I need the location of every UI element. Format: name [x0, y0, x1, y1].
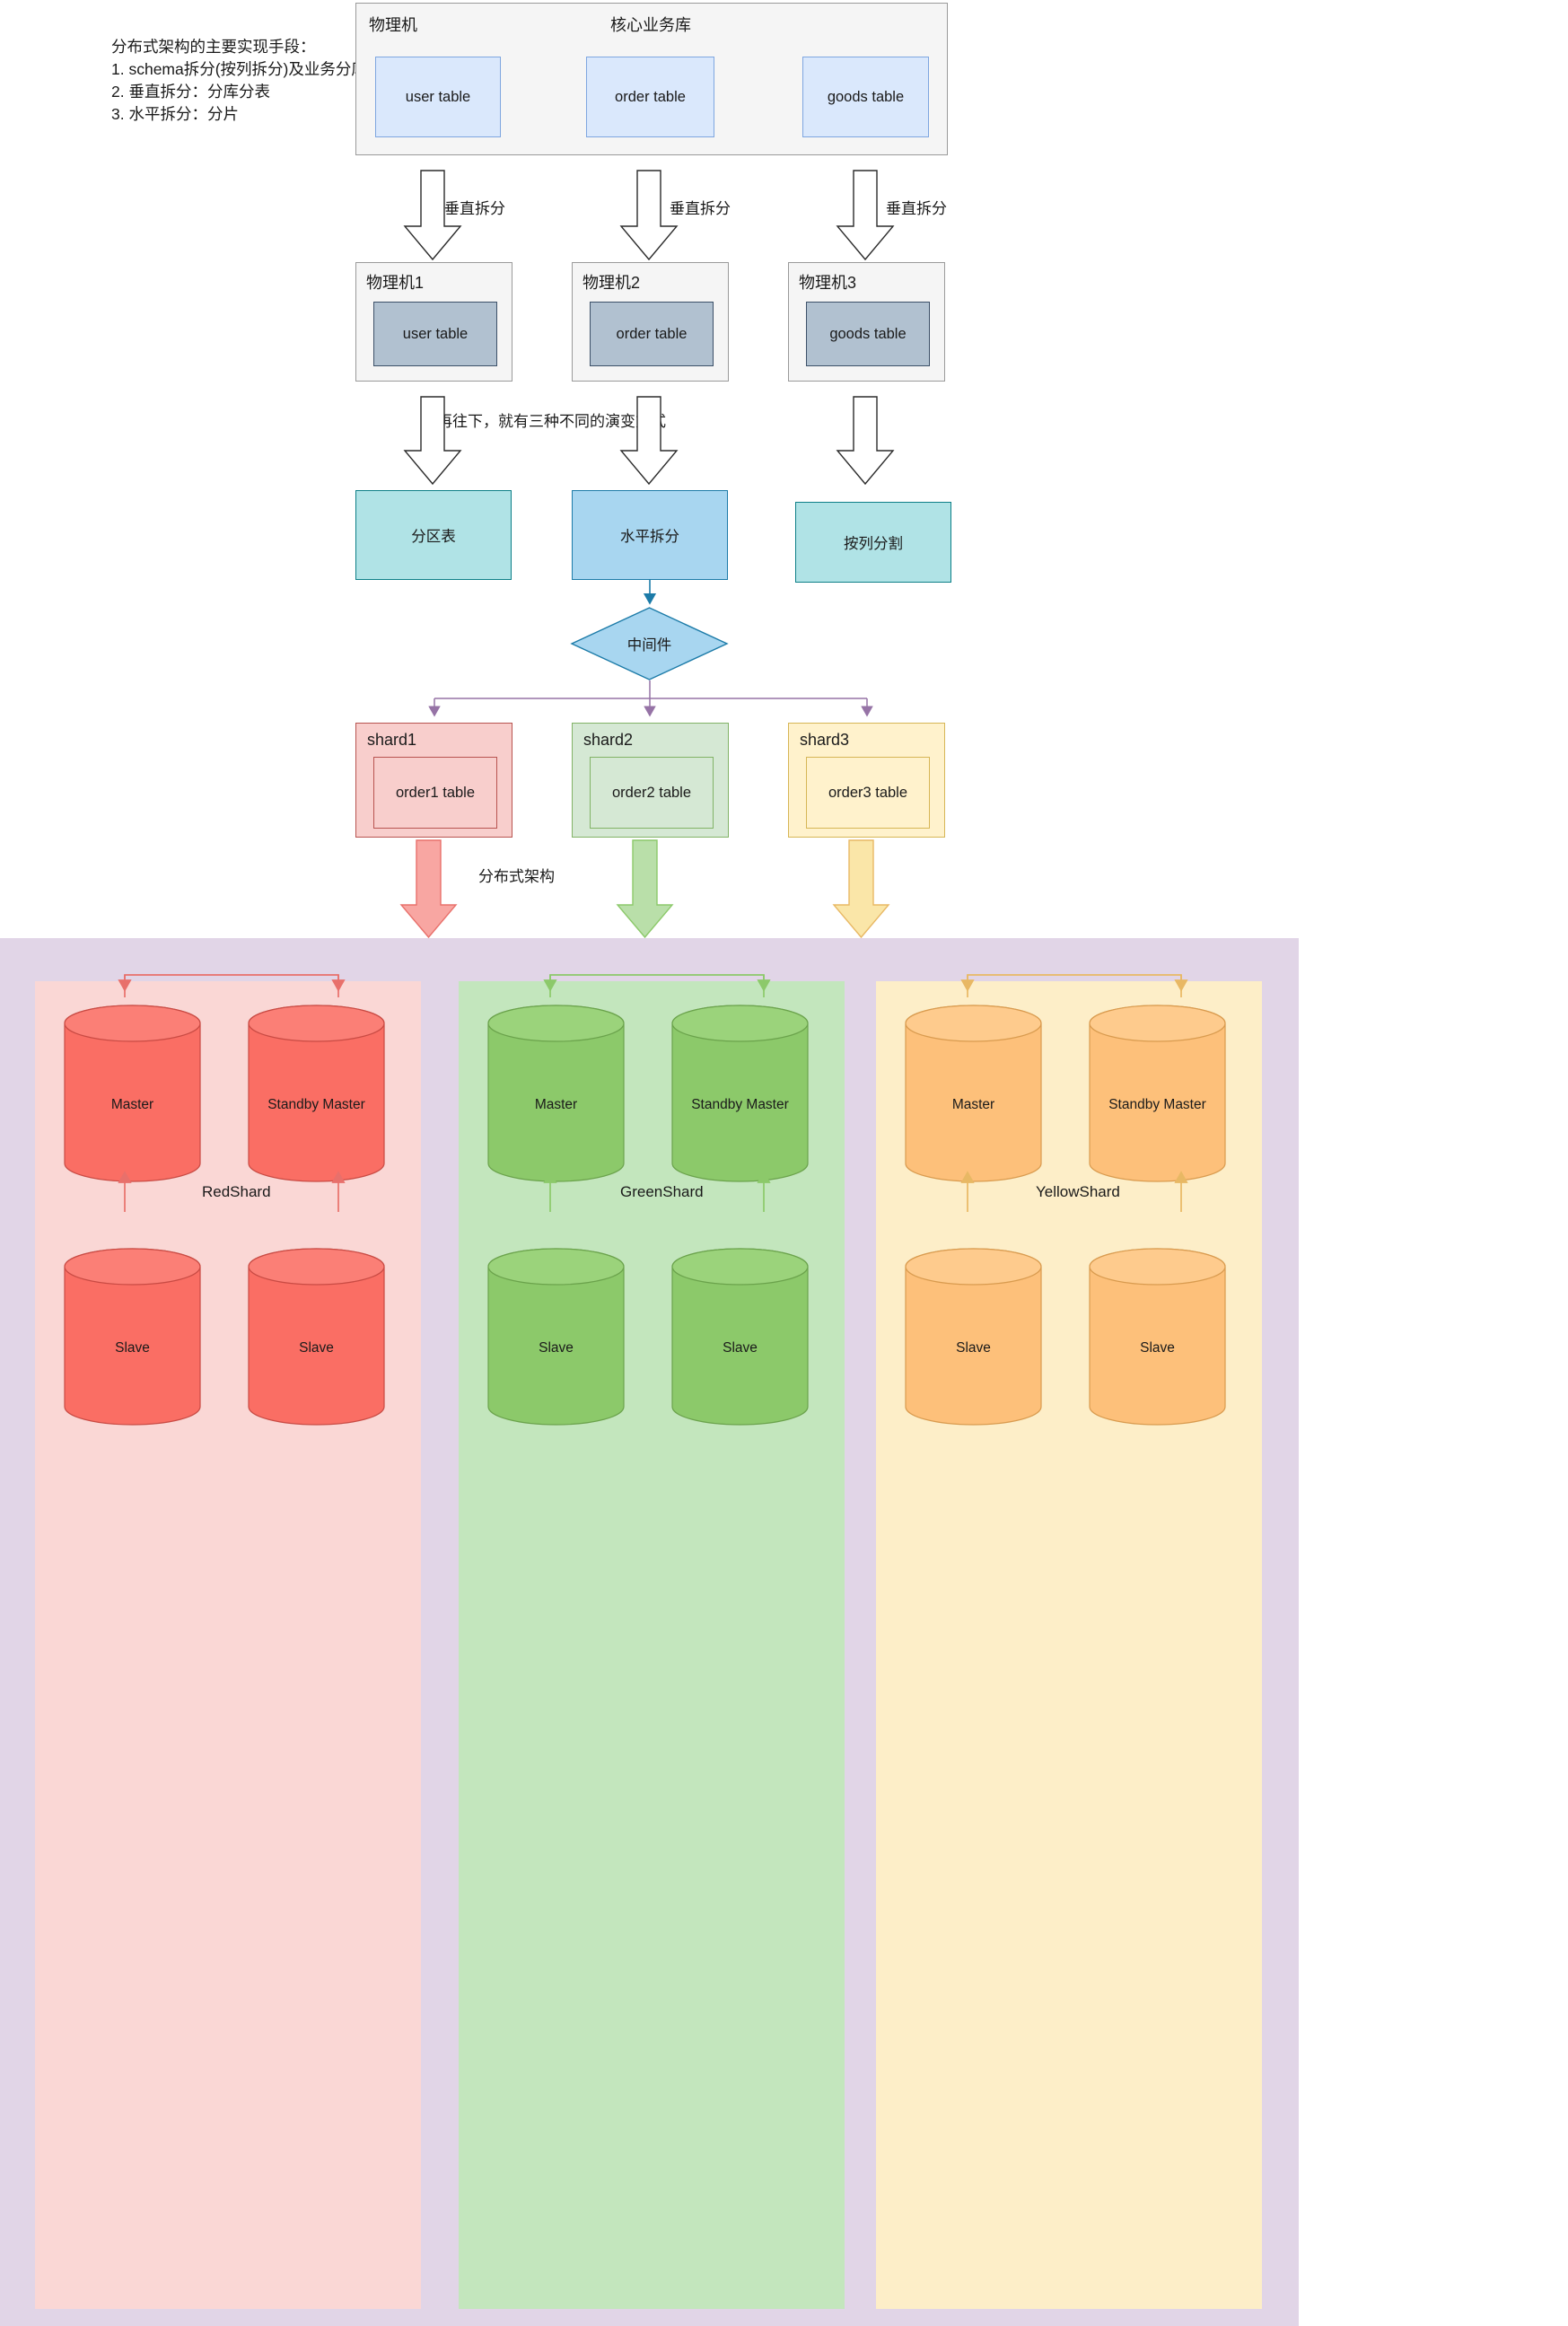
cluster-redshard-name: RedShard [202, 1183, 271, 1200]
cluster-greenshard: GreenShard Master Standby Master Slave S… [459, 981, 845, 2309]
machine-3-table: goods table [806, 302, 930, 366]
vertical-split-label-1: 垂直拆分 [444, 200, 505, 217]
distributed-architecture-label: 分布式架构 [478, 868, 555, 885]
redshard-slave-2-label: Slave [299, 1340, 334, 1356]
vertical-split-label-2: 垂直拆分 [670, 200, 731, 217]
redshard-standby-master-node: Standby Master [247, 1004, 386, 1183]
greenshard-slave-node-2: Slave [670, 1247, 810, 1426]
redshard-slave-1-label: Slave [115, 1340, 150, 1356]
greenshard-slave-node-1: Slave [486, 1247, 626, 1426]
machine-group-2: 物理机2 order table [572, 262, 729, 382]
distributed-architecture-panel: RedShard Master Standby Master Slave Sla… [0, 938, 1299, 2326]
yellowshard-master-node: Master [904, 1004, 1043, 1183]
cluster-greenshard-name: GreenShard [620, 1183, 704, 1200]
middleware-diamond: 中间件 [570, 607, 729, 680]
shard-3-table: order3 table [806, 757, 930, 829]
machine-2-table: order table [590, 302, 714, 366]
yellowshard-slave-2-label: Slave [1140, 1340, 1175, 1356]
top-table-order: order table [586, 57, 714, 137]
top-group-left-label: 物理机 [369, 16, 417, 34]
yellowshard-master-label: Master [951, 1097, 995, 1112]
shard-box-3: shard3 order3 table [788, 723, 945, 838]
top-table-goods: goods table [802, 57, 929, 137]
redshard-master-node: Master [63, 1004, 202, 1183]
yellowshard-slave-node-2: Slave [1088, 1247, 1227, 1426]
evolution-box-column-split: 按列分割 [795, 502, 951, 583]
redshard-slave-node-2: Slave [247, 1247, 386, 1426]
greenshard-standby-master-node: Standby Master [670, 1004, 810, 1183]
redshard-slave-node-1: Slave [63, 1247, 202, 1426]
shard-2-table: order2 table [590, 757, 714, 829]
connector-middleware-to-shards [428, 680, 873, 717]
machine-3-title: 物理机3 [799, 274, 857, 292]
evolution-box-horizontal-split: 水平拆分 [572, 490, 728, 580]
yellowshard-standby-master-label: Standby Master [1108, 1097, 1206, 1112]
evolution-box-partition-table: 分区表 [355, 490, 512, 580]
shard-box-1: shard1 order1 table [355, 723, 512, 838]
greenshard-master-label: Master [534, 1097, 578, 1112]
vertical-split-label-3: 垂直拆分 [886, 200, 947, 217]
machine-group-3: 物理机3 goods table [788, 262, 945, 382]
arrow-shard1-to-redshard [399, 839, 458, 939]
top-group-box: 物理机 核心业务库 user table order table goods t… [355, 3, 948, 155]
machine-1-title: 物理机1 [366, 274, 425, 292]
machine-1-table: user table [373, 302, 497, 366]
hollow-arrow-evolution-3 [836, 396, 895, 486]
cluster-yellowshard-name: YellowShard [1036, 1183, 1120, 1200]
hollow-arrow-vertical-split-2 [619, 170, 679, 261]
evolution-note-label: 再往下，就有三种不同的演变方式 [437, 413, 666, 430]
yellowshard-standby-master-node: Standby Master [1088, 1004, 1227, 1183]
cluster-redshard: RedShard Master Standby Master Slave Sla… [35, 981, 421, 2309]
arrow-shard2-to-greenshard [616, 839, 674, 939]
yellowshard-slave-node-1: Slave [904, 1247, 1043, 1426]
shard-1-title: shard1 [367, 731, 417, 749]
redshard-master-label: Master [110, 1097, 154, 1112]
greenshard-slave-2-label: Slave [723, 1340, 758, 1356]
machine-group-1: 物理机1 user table [355, 262, 512, 382]
greenshard-master-node: Master [486, 1004, 626, 1183]
hollow-arrow-vertical-split-3 [836, 170, 895, 261]
shard-3-title: shard3 [800, 731, 850, 749]
greenshard-standby-master-label: Standby Master [691, 1097, 789, 1112]
cluster-yellowshard: YellowShard Master Standby Master Slave [876, 981, 1262, 2309]
top-group-center-label: 核心业务库 [610, 16, 691, 34]
greenshard-slave-1-label: Slave [539, 1340, 574, 1356]
arrow-shard3-to-yellowshard [832, 839, 890, 939]
machine-2-title: 物理机2 [583, 274, 641, 292]
top-table-user: user table [375, 57, 501, 137]
shard-2-title: shard2 [583, 731, 634, 749]
redshard-standby-master-label: Standby Master [267, 1097, 365, 1112]
shard-box-2: shard2 order2 table [572, 723, 729, 838]
middleware-label: 中间件 [626, 637, 672, 654]
shard-1-table: order1 table [373, 757, 497, 829]
yellowshard-slave-1-label: Slave [956, 1340, 991, 1356]
